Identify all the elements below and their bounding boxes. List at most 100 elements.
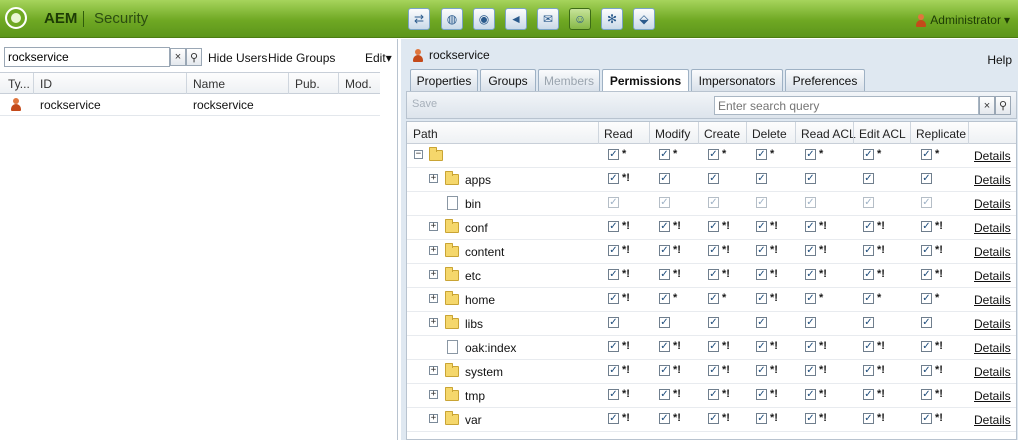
collapse-icon[interactable]: − <box>414 150 423 159</box>
details-link[interactable]: Details <box>974 197 1011 211</box>
expand-icon[interactable]: + <box>429 222 438 231</box>
megaphone-icon[interactable]: ◄ <box>505 8 527 30</box>
col-replicate[interactable]: Replicate <box>916 127 966 141</box>
permission-checkbox[interactable]: ✓ <box>921 341 932 352</box>
permission-checkbox[interactable]: ✓ <box>608 365 619 376</box>
permission-checkbox[interactable]: ✓ <box>921 365 932 376</box>
permission-checkbox[interactable]: ✓ <box>659 173 670 184</box>
node-name[interactable]: apps <box>465 173 491 187</box>
permission-checkbox[interactable]: ✓ <box>756 389 767 400</box>
save-button[interactable]: Save <box>412 98 437 110</box>
permission-checkbox[interactable]: ✓ <box>756 149 767 160</box>
permission-checkbox[interactable]: ✓ <box>921 293 932 304</box>
permission-checkbox[interactable]: ✓ <box>805 317 816 328</box>
details-link[interactable]: Details <box>974 365 1011 379</box>
permission-checkbox[interactable]: ✓ <box>921 389 932 400</box>
col-type[interactable]: Ty... <box>8 77 30 91</box>
permission-checkbox[interactable]: ✓ <box>863 413 874 424</box>
expand-icon[interactable]: + <box>429 294 438 303</box>
permission-checkbox[interactable]: ✓ <box>608 149 619 160</box>
permission-checkbox[interactable]: ✓ <box>708 365 719 376</box>
col-create[interactable]: Create <box>704 127 740 141</box>
details-link[interactable]: Details <box>974 317 1011 331</box>
table-row[interactable]: oak:index ✓ *! ✓ *! ✓ *! ✓ *! ✓ *! ✓ *! ✓ *! Details <box>407 336 1016 360</box>
globe-icon[interactable]: ◍ <box>441 8 463 30</box>
node-name[interactable]: content <box>465 245 504 259</box>
details-link[interactable]: Details <box>974 293 1011 307</box>
permission-checkbox[interactable]: ✓ <box>756 413 767 424</box>
expand-icon[interactable]: + <box>429 174 438 183</box>
permission-checkbox[interactable]: ✓ <box>608 317 619 328</box>
tag-icon[interactable]: ⬙ <box>633 8 655 30</box>
users-icon[interactable]: ⇄ <box>408 8 430 30</box>
col-pub[interactable]: Pub. <box>295 77 320 91</box>
tab-permissions[interactable]: Permissions <box>602 69 689 92</box>
details-link[interactable]: Details <box>974 341 1011 355</box>
permission-checkbox[interactable]: ✓ <box>608 293 619 304</box>
permission-checkbox[interactable]: ✓ <box>708 341 719 352</box>
permission-checkbox[interactable]: ✓ <box>805 413 816 424</box>
table-row[interactable]: + system ✓ *! ✓ *! ✓ *! ✓ *! ✓ *! ✓ *! ✓ *! Details <box>407 360 1016 384</box>
node-name[interactable]: etc <box>465 269 481 283</box>
table-row[interactable]: + home ✓ *! ✓ * ✓ * ✓ *! ✓ * ✓ * ✓ * Details <box>407 288 1016 312</box>
table-row[interactable]: + apps ✓ *! ✓ ✓ ✓ ✓ ✓ ✓ Details <box>407 168 1016 192</box>
node-name[interactable]: bin <box>465 197 481 211</box>
mail-icon[interactable]: ✉ <box>537 8 559 30</box>
table-row[interactable]: + tmp ✓ *! ✓ *! ✓ *! ✓ *! ✓ *! ✓ *! ✓ *! Details <box>407 384 1016 408</box>
permission-checkbox[interactable]: ✓ <box>805 245 816 256</box>
details-link[interactable]: Details <box>974 221 1011 235</box>
permission-checkbox[interactable]: ✓ <box>863 341 874 352</box>
details-link[interactable]: Details <box>974 413 1011 427</box>
permission-checkbox[interactable]: ✓ <box>805 269 816 280</box>
permission-checkbox[interactable]: ✓ <box>805 173 816 184</box>
permission-checkbox[interactable]: ✓ <box>756 293 767 304</box>
permission-checkbox[interactable]: ✓ <box>921 149 932 160</box>
details-link[interactable]: Details <box>974 389 1011 403</box>
permission-checkbox[interactable]: ✓ <box>756 341 767 352</box>
node-name[interactable]: var <box>465 413 482 427</box>
permission-checkbox[interactable]: ✓ <box>708 317 719 328</box>
node-name[interactable]: conf <box>465 221 488 235</box>
users-security-icon[interactable]: ☺ <box>569 8 591 30</box>
permission-checkbox[interactable]: ✓ <box>659 317 670 328</box>
permission-checkbox[interactable]: ✓ <box>608 173 619 184</box>
table-row[interactable]: bin ✓ ✓ ✓ ✓ ✓ ✓ ✓ Details <box>407 192 1016 216</box>
col-name[interactable]: Name <box>193 77 225 91</box>
user-menu[interactable]: Administrator ▾ <box>915 13 1010 27</box>
col-path[interactable]: Path <box>413 127 438 141</box>
search-button[interactable]: ⚲ <box>186 48 202 66</box>
permission-checkbox[interactable]: ✓ <box>659 293 670 304</box>
node-name[interactable]: system <box>465 365 503 379</box>
node-name[interactable]: libs <box>465 317 483 331</box>
col-read-acl[interactable]: Read ACL <box>801 127 856 141</box>
user-search-input[interactable] <box>4 47 170 67</box>
col-id[interactable]: ID <box>40 77 52 91</box>
permission-checkbox[interactable]: ✓ <box>863 365 874 376</box>
col-delete[interactable]: Delete <box>752 127 787 141</box>
permission-checkbox[interactable]: ✓ <box>863 245 874 256</box>
aem-logo-icon[interactable] <box>5 7 27 29</box>
permission-checkbox[interactable]: ✓ <box>805 365 816 376</box>
table-row[interactable]: + conf ✓ *! ✓ *! ✓ *! ✓ *! ✓ *! ✓ *! ✓ *! Details <box>407 216 1016 240</box>
edit-menu-button[interactable]: Edit▾ <box>365 51 392 65</box>
permission-checkbox[interactable]: ✓ <box>921 413 932 424</box>
hide-groups-button[interactable]: Hide Groups <box>268 51 335 65</box>
permission-checkbox[interactable]: ✓ <box>921 221 932 232</box>
permission-checkbox[interactable]: ✓ <box>708 173 719 184</box>
permission-checkbox[interactable]: ✓ <box>708 413 719 424</box>
permission-checkbox[interactable]: ✓ <box>659 413 670 424</box>
clear-search-button[interactable]: × <box>979 96 995 115</box>
permission-checkbox[interactable]: ✓ <box>863 149 874 160</box>
permission-checkbox[interactable]: ✓ <box>659 389 670 400</box>
table-row[interactable]: rockservice rockservice <box>0 94 380 116</box>
permission-checkbox[interactable]: ✓ <box>708 221 719 232</box>
permission-checkbox[interactable]: ✓ <box>863 293 874 304</box>
permission-checkbox[interactable]: ✓ <box>659 245 670 256</box>
hide-users-button[interactable]: Hide Users <box>208 51 267 65</box>
permission-checkbox[interactable]: ✓ <box>608 413 619 424</box>
details-link[interactable]: Details <box>974 173 1011 187</box>
table-row[interactable]: + libs ✓ ✓ ✓ ✓ ✓ ✓ ✓ Details <box>407 312 1016 336</box>
permission-checkbox[interactable]: ✓ <box>921 245 932 256</box>
node-name[interactable]: tmp <box>465 389 485 403</box>
expand-icon[interactable]: + <box>429 366 438 375</box>
